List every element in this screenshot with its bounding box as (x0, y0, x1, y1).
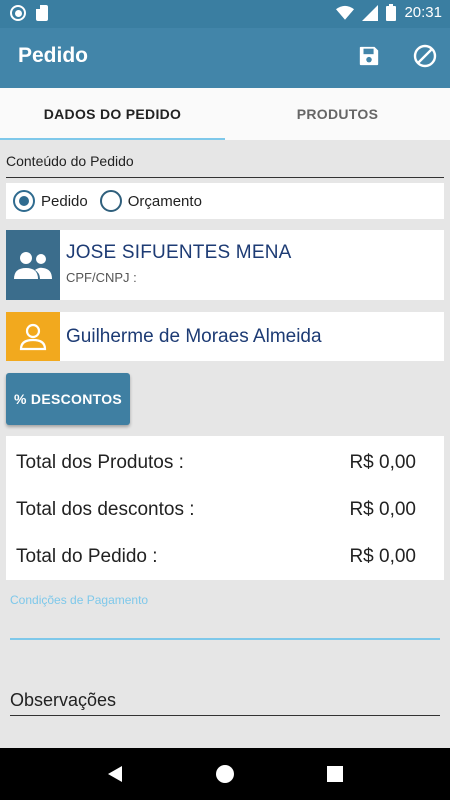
total-produtos-value: R$ 0,00 (349, 452, 416, 473)
seller-avatar (6, 312, 60, 361)
seller-name: Guilherme de Moraes Almeida (66, 325, 322, 347)
divider (6, 177, 444, 178)
recents-square-icon (327, 766, 343, 782)
page-title: Pedido (18, 44, 89, 67)
section-label: Conteúdo do Pedido (6, 153, 134, 169)
status-bar: 20:31 (0, 0, 450, 28)
tab-bar: DADOS DO PEDIDO PRODUTOS (0, 88, 450, 140)
people-icon (14, 252, 52, 279)
client-name: JOSE SIFUENTES MENA (66, 242, 292, 263)
radio-orcamento-label: Orçamento (127, 192, 202, 210)
total-pedido-value: R$ 0,00 (349, 546, 416, 567)
observations-field[interactable]: Observações (10, 690, 116, 711)
battery-icon (386, 4, 397, 21)
block-icon (413, 44, 437, 68)
system-nav-bar (0, 748, 450, 800)
tab-produtos[interactable]: PRODUTOS (225, 88, 450, 140)
wifi-icon (336, 5, 355, 20)
client-avatar (6, 230, 60, 300)
notification-dot-icon (10, 5, 26, 21)
cancel-button[interactable] (412, 42, 438, 70)
recents-button[interactable] (320, 759, 350, 789)
payment-conditions-input[interactable]: Condições de Pagamento (10, 593, 148, 607)
radio-checked-icon (13, 190, 35, 212)
observations-underline (10, 715, 440, 716)
back-triangle-icon (108, 766, 122, 782)
app-bar: Pedido (0, 28, 450, 88)
radio-pedido[interactable]: Pedido (13, 190, 88, 212)
home-button[interactable] (210, 759, 240, 789)
signal-icon (362, 4, 379, 21)
order-type-group: Pedido Orçamento (6, 183, 444, 219)
status-time: 20:31 (404, 4, 442, 21)
person-icon (19, 323, 47, 350)
total-produtos-row: Total dos Produtos : R$ 0,00 (16, 452, 416, 474)
home-circle-icon (216, 765, 234, 783)
radio-unchecked-icon (99, 190, 122, 212)
radio-pedido-label: Pedido (41, 192, 88, 210)
save-icon (359, 46, 379, 66)
total-produtos-label: Total dos Produtos : (16, 452, 184, 473)
totals-panel: Total dos Produtos : R$ 0,00 Total dos d… (6, 436, 444, 580)
client-card[interactable]: JOSE SIFUENTES MENA CPF/CNPJ : (6, 230, 444, 300)
total-descontos-label: Total dos descontos : (16, 499, 195, 520)
total-descontos-value: R$ 0,00 (349, 499, 416, 520)
client-doc: CPF/CNPJ : (66, 270, 137, 285)
tab-dados-do-pedido[interactable]: DADOS DO PEDIDO (0, 88, 225, 140)
discounts-button[interactable]: % DESCONTOS (6, 373, 130, 425)
back-button[interactable] (100, 759, 130, 789)
radio-orcamento[interactable]: Orçamento (99, 190, 202, 212)
sd-card-icon (36, 5, 48, 21)
payment-conditions-underline (10, 638, 440, 640)
save-button[interactable] (356, 42, 382, 70)
seller-card[interactable]: Guilherme de Moraes Almeida (6, 312, 444, 361)
total-pedido-row: Total do Pedido : R$ 0,00 (16, 546, 416, 568)
total-pedido-label: Total do Pedido : (16, 546, 158, 567)
total-descontos-row: Total dos descontos : R$ 0,00 (16, 499, 416, 521)
